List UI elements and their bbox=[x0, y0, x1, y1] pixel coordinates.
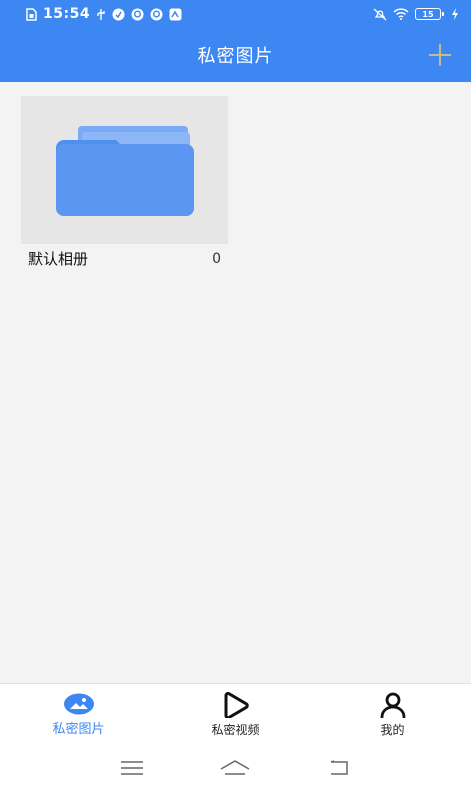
mute-icon bbox=[373, 8, 387, 21]
status-time: 15:54 bbox=[43, 6, 91, 22]
status-bar: 15:54 15 bbox=[0, 0, 471, 28]
nav-label-private-videos: 私密视频 bbox=[211, 722, 260, 737]
user-icon bbox=[380, 692, 405, 718]
album-count: 0 bbox=[212, 250, 221, 267]
nav-tab-private-photos[interactable]: 私密图片 bbox=[19, 685, 139, 745]
header: 15:54 15 私密图片 bbox=[0, 0, 471, 82]
nav-tab-private-videos[interactable]: 私密视频 bbox=[176, 685, 296, 745]
add-button[interactable] bbox=[427, 42, 453, 68]
home-icon bbox=[221, 760, 250, 775]
battery-icon: 15 bbox=[415, 8, 444, 20]
qq-icon bbox=[131, 8, 144, 21]
home-button[interactable] bbox=[215, 753, 255, 783]
charging-icon bbox=[451, 8, 459, 20]
menu-icon bbox=[120, 761, 143, 775]
nav-label-private-photos: 私密图片 bbox=[52, 721, 105, 737]
system-navigation-bar bbox=[0, 745, 471, 791]
nav-label-mine: 我的 bbox=[380, 722, 405, 737]
nav-tab-mine[interactable]: 我的 bbox=[333, 685, 453, 745]
menu-button[interactable] bbox=[112, 753, 152, 783]
album-name: 默认相册 bbox=[28, 250, 89, 268]
notification-app-icon bbox=[112, 8, 125, 21]
album-thumbnail bbox=[21, 96, 228, 244]
status-bar-left: 15:54 bbox=[26, 6, 182, 22]
title-bar: 私密图片 bbox=[0, 28, 471, 82]
wifi-icon bbox=[393, 8, 409, 20]
image-icon bbox=[63, 693, 94, 714]
status-bar-right: 15 bbox=[373, 8, 459, 21]
back-button[interactable] bbox=[319, 753, 359, 783]
app-screen: 15:54 15 私密图片 默认相册 0 私密图片 私密视频 我的 bbox=[0, 0, 471, 791]
folder-icon bbox=[55, 126, 194, 216]
album-card[interactable]: 默认相册 0 bbox=[21, 96, 228, 272]
app-notification-icon bbox=[169, 8, 182, 21]
album-meta: 默认相册 0 bbox=[21, 244, 228, 269]
page-title: 私密图片 bbox=[197, 46, 274, 67]
bottom-nav: 私密图片 私密视频 我的 bbox=[0, 683, 471, 745]
qq-icon-2 bbox=[150, 8, 163, 21]
usb-icon bbox=[96, 8, 106, 21]
sim-icon bbox=[26, 7, 37, 21]
play-icon bbox=[224, 691, 249, 718]
back-icon bbox=[330, 760, 348, 775]
plus-icon bbox=[429, 44, 451, 66]
